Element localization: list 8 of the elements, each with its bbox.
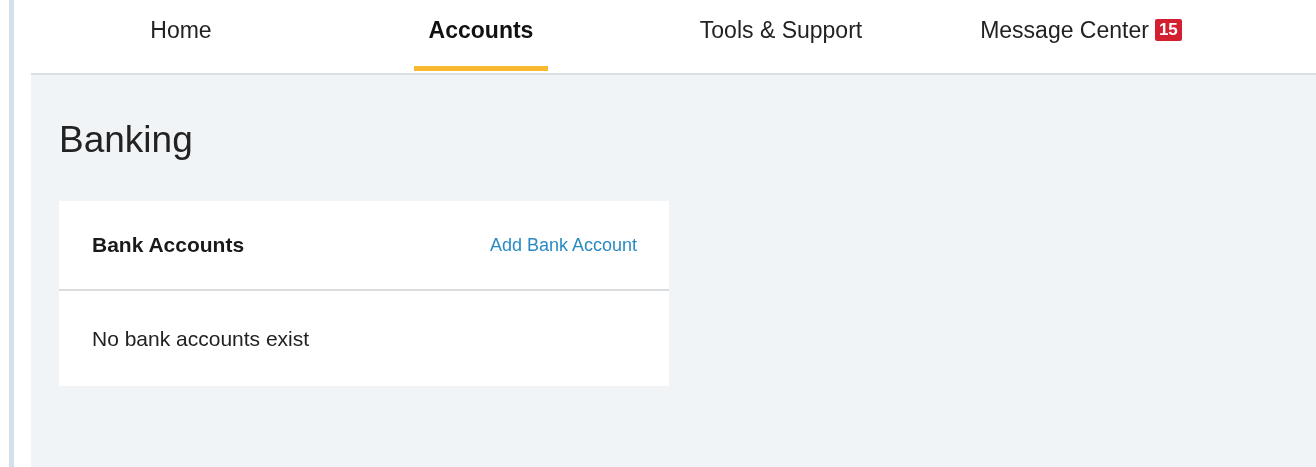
add-account-link[interactable]: Add Bank Account (489, 234, 637, 256)
count-badge: 15 (1154, 19, 1182, 41)
nav-tab[interactable]: Tools & Support (684, 0, 878, 71)
nav-tab[interactable]: Message Center 15 (965, 0, 1197, 71)
empty-message: No bank accounts exist (92, 326, 310, 351)
nav-tab[interactable]: Home (135, 0, 227, 71)
page-title: Banking (59, 119, 194, 161)
card-title: Bank Accounts (92, 233, 245, 257)
